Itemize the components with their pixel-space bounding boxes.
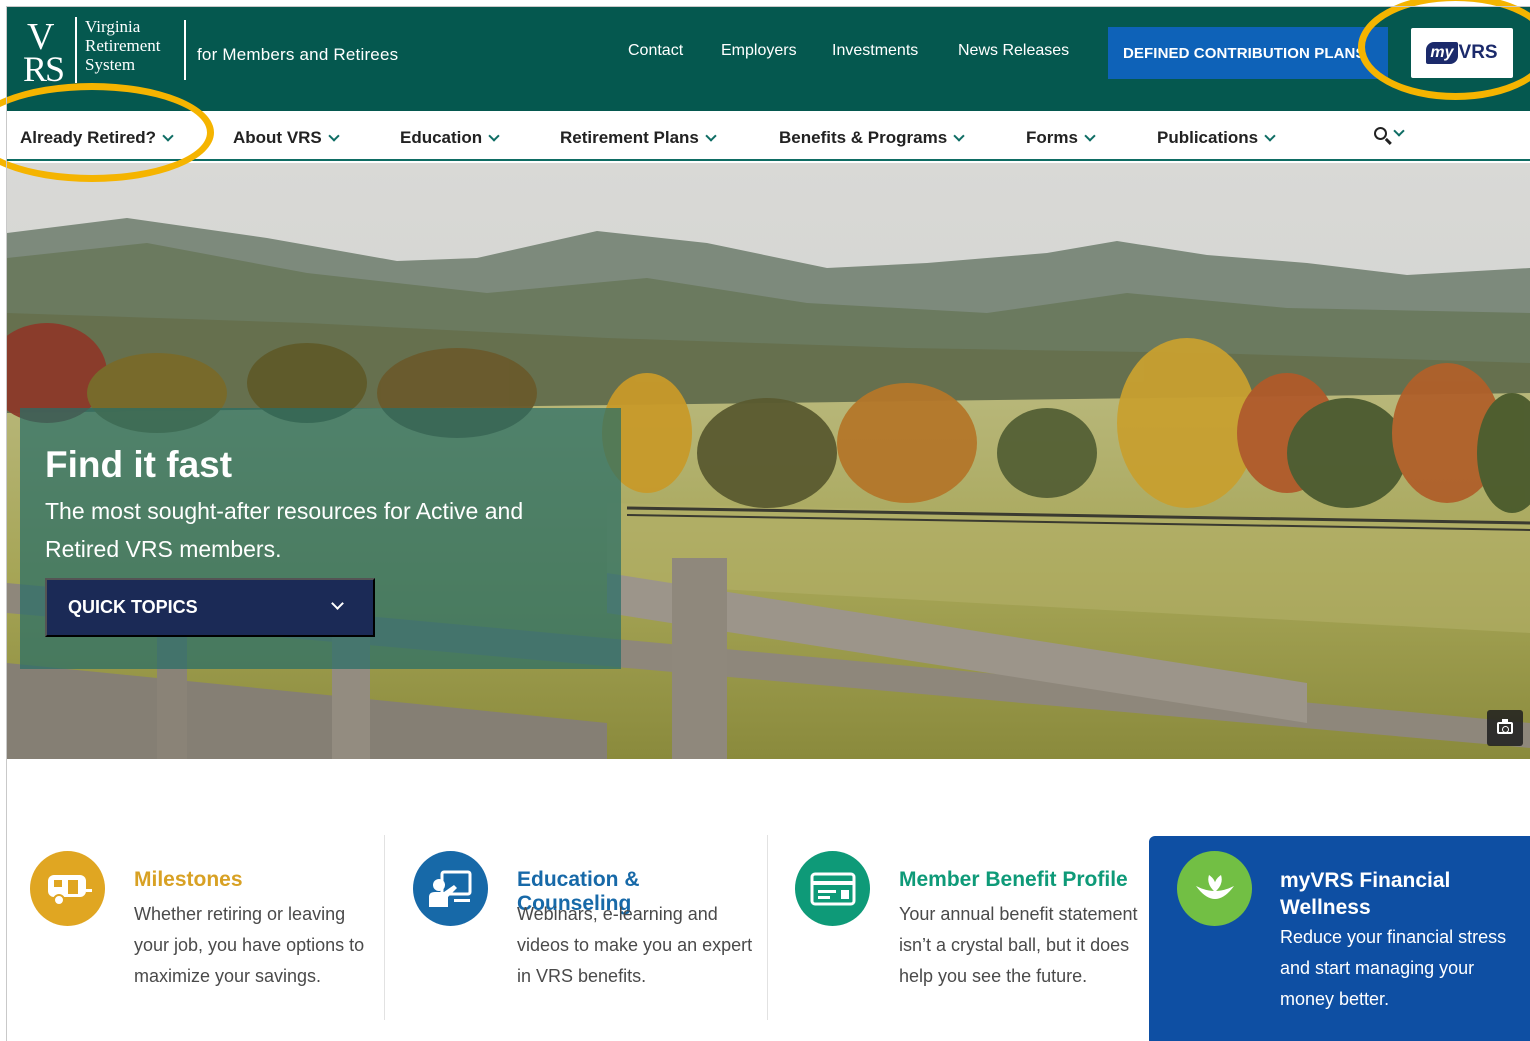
logo-line-3: System (85, 55, 136, 74)
financial-wellness-card[interactable]: myVRS Financial Wellness Reduce your fin… (1149, 836, 1530, 1041)
card-divider (767, 835, 768, 1020)
chevron-down-icon (328, 129, 340, 142)
nav-already-retired[interactable]: Already Retired? (20, 128, 174, 148)
card-title: Member Benefit Profile (899, 868, 1128, 891)
nav-label: Education (400, 128, 483, 147)
main-nav: Already Retired? About VRS Education Ret… (7, 111, 1530, 161)
chevron-down-icon (953, 129, 965, 142)
nav-publications[interactable]: Publications (1157, 128, 1276, 148)
statement-icon (795, 851, 870, 926)
education-counseling-card[interactable]: Education & Counseling Webinars, e-learn… (413, 835, 753, 1041)
nav-label: Retirement Plans (560, 128, 699, 147)
vrs-logo[interactable]: V R S Virginia Retirement System (21, 17, 181, 89)
presentation-icon (413, 851, 488, 926)
myvrs-login-button[interactable]: my VRS (1411, 28, 1513, 78)
card-description: Webinars, e-learning and videos to make … (517, 904, 753, 986)
site-tagline: for Members and Retirees (197, 45, 399, 64)
news-releases-link[interactable]: News Releases (958, 42, 1069, 60)
card-description: Whether retiring or leaving your job, yo… (134, 904, 365, 986)
nav-benefits-programs[interactable]: Benefits & Programs (779, 128, 965, 148)
myvrs-my-label: my (1426, 42, 1458, 64)
milestones-card[interactable]: Milestones Whether retiring or leaving y… (30, 835, 364, 1041)
logo-divider (184, 20, 186, 80)
find-it-fast-panel: Find it fast The most sought-after resou… (20, 408, 621, 669)
quick-topics-label: QUICK TOPICS (68, 597, 198, 617)
svg-text:R: R (23, 49, 47, 83)
member-benefit-profile-card[interactable]: Member Benefit Profile Your annual benef… (795, 835, 1138, 1041)
hero-banner: Find it fast The most sought-after resou… (7, 163, 1530, 759)
nav-label: Already Retired? (20, 128, 157, 147)
hero-subtitle: The most sought-after resources for Acti… (45, 498, 524, 562)
nav-search-toggle[interactable] (1374, 125, 1405, 140)
card-title: myVRS Financial Wellness (1280, 869, 1451, 919)
chevron-down-icon (705, 129, 717, 142)
chevron-down-icon (1084, 129, 1096, 142)
nav-label: Forms (1026, 128, 1078, 147)
card-divider (384, 835, 385, 1020)
site-header: V R S Virginia Retirement System for Mem… (7, 7, 1530, 111)
nav-label: About VRS (233, 128, 322, 147)
camper-icon (30, 851, 105, 926)
nav-label: Publications (1157, 128, 1259, 147)
svg-text:S: S (45, 49, 65, 83)
card-title: Milestones (134, 868, 243, 891)
card-description: Your annual benefit statement isn’t a cr… (899, 904, 1138, 986)
employers-link[interactable]: Employers (721, 42, 797, 60)
search-icon (1374, 127, 1387, 140)
chevron-down-icon (1264, 129, 1276, 142)
defined-contribution-plans-button[interactable]: DEFINED CONTRIBUTION PLANS (1108, 27, 1388, 79)
nav-retirement-plans[interactable]: Retirement Plans (560, 128, 717, 148)
nav-label: Benefits & Programs (779, 128, 948, 147)
photo-credit-button[interactable] (1487, 710, 1523, 746)
card-description: Reduce your financial stress and start m… (1280, 927, 1507, 1009)
vrs-monogram-icon: V R S (21, 17, 77, 83)
chevron-down-icon (331, 597, 344, 610)
nav-education[interactable]: Education (400, 128, 500, 148)
logo-wordmark: Virginia Retirement System (85, 17, 161, 74)
logo-line-1: Virginia (85, 17, 141, 36)
sprout-icon (1177, 851, 1252, 926)
camera-icon (1497, 719, 1513, 734)
logo-line-2: Retirement (85, 36, 161, 55)
chevron-down-icon (162, 129, 174, 142)
contact-link[interactable]: Contact (628, 42, 683, 60)
myvrs-vrs-label: VRS (1458, 42, 1498, 63)
nav-forms[interactable]: Forms (1026, 128, 1096, 148)
hero-title: Find it fast (45, 444, 233, 485)
chevron-down-icon (1393, 125, 1405, 137)
nav-about-vrs[interactable]: About VRS (233, 128, 340, 148)
chevron-down-icon (488, 129, 500, 142)
investments-link[interactable]: Investments (832, 42, 918, 60)
quick-topics-dropdown[interactable]: QUICK TOPICS (45, 578, 375, 637)
